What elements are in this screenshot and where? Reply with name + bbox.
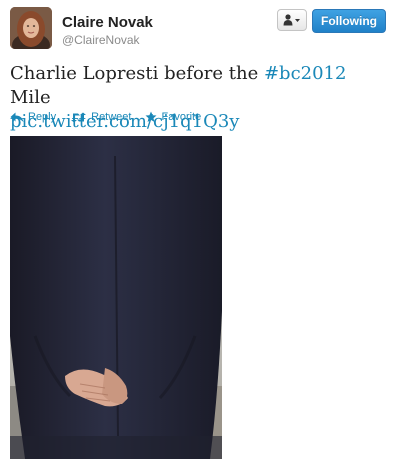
user-name[interactable]: Claire Novak [62,14,153,31]
avatar-image [10,7,52,49]
user-menu-button[interactable] [277,9,307,31]
reply-icon [10,112,24,122]
retweet-icon [71,112,87,122]
tweet-text-after: Mile [10,87,51,108]
retweet-action[interactable]: Retweet [70,111,131,123]
photo-image [10,136,222,459]
retweet-label: Retweet [91,111,132,123]
following-button[interactable]: Following [312,9,386,33]
reply-action[interactable]: Reply [10,111,56,123]
hashtag-link[interactable]: #bc2012 [264,63,347,84]
tweet-text-before: Charlie Lopresti before the [10,63,264,84]
tweet-actions: Reply Retweet Favorite [10,111,201,123]
tweet-text: Charlie Lopresti before the #bc2012 Mile… [10,62,385,134]
favorite-label: Favorite [161,111,202,123]
user-handle[interactable]: @ClaireNovak [62,33,140,47]
reply-label: Reply [28,111,57,123]
avatar[interactable] [10,7,52,49]
person-dropdown-icon [283,14,300,26]
favorite-action[interactable]: Favorite [145,111,201,123]
star-icon [145,111,157,122]
tweet-photo[interactable] [10,136,222,459]
